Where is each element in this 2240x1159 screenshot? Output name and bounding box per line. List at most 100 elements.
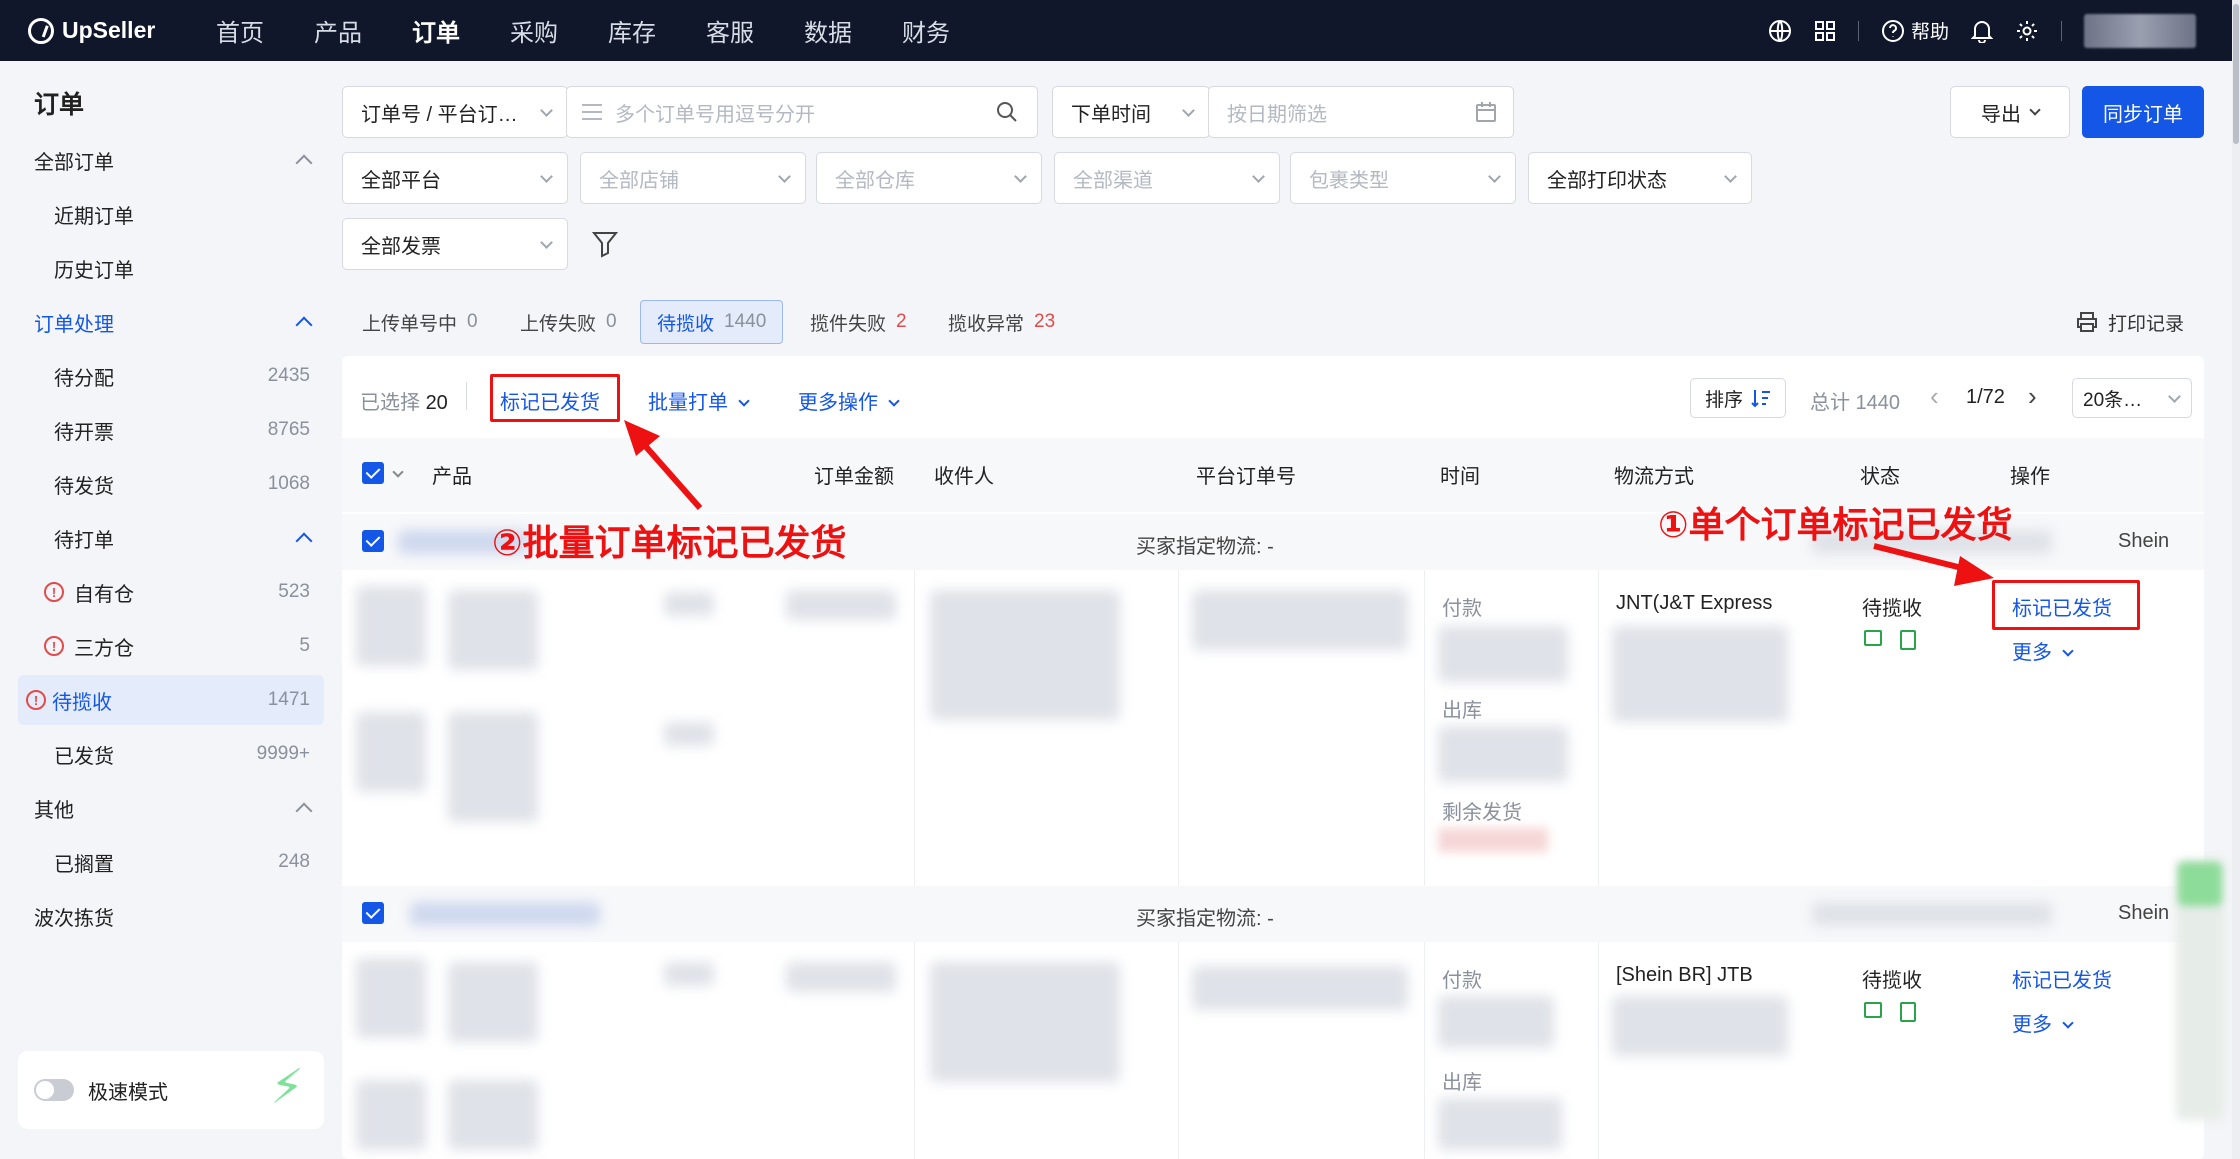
search-placeholder: 多个订单号用逗号分开 (615, 103, 815, 126)
column-header-product: 产品 (432, 466, 472, 488)
barcode-icon[interactable] (1864, 1002, 1882, 1018)
sidebar-item-all-orders[interactable]: 全部订单 (18, 135, 324, 185)
more-operations-dropdown[interactable]: 更多操作 (798, 386, 900, 415)
chat-icon[interactable] (2178, 862, 2222, 906)
divider (1424, 942, 1425, 1159)
globe-icon[interactable] (1768, 19, 1792, 43)
sidebar-item-label: 其他 (34, 799, 74, 822)
warehouse-select[interactable]: 全部仓库 (816, 152, 1042, 204)
platform-order-number (1192, 590, 1408, 650)
nav-data[interactable]: 数据 (804, 13, 852, 48)
tab-count: 1440 (724, 311, 767, 332)
platform-name: Shein (2118, 902, 2170, 924)
column-header-actions: 操作 (2010, 466, 2050, 488)
platform-select[interactable]: 全部平台 (342, 152, 568, 204)
nav-finance[interactable]: 财务 (902, 13, 950, 48)
sidebar-item-shipped[interactable]: 已发货 9999+ (18, 729, 324, 779)
tab-upload-failed[interactable]: 上传失败 0 (520, 302, 617, 342)
sidebar-item-third-warehouse[interactable]: ! 三方仓 5 (18, 621, 324, 671)
tab-uploading[interactable]: 上传单号中 0 (362, 302, 478, 342)
chevron-down-icon (887, 395, 900, 407)
sidebar-item-other[interactable]: 其他 (18, 783, 324, 833)
package-type-select[interactable]: 包裹类型 (1290, 152, 1516, 204)
sort-button[interactable]: 排序 (1690, 378, 1786, 418)
invoice-select[interactable]: 全部发票 (342, 218, 568, 270)
page-size-select[interactable]: 20条… (2072, 378, 2192, 418)
document-icon[interactable] (1900, 1002, 1916, 1022)
sidebar-item-to-ship[interactable]: 待发货 1068 (18, 459, 324, 509)
sidebar-item-wave-picking[interactable]: 波次拣货 (18, 891, 324, 941)
select-all-checkbox[interactable] (362, 462, 384, 484)
sidebar-item-label: 待打单 (54, 529, 114, 552)
selected-count: 已选择 20 (360, 386, 448, 415)
sidebar-item-history[interactable]: 历史订单 (18, 243, 324, 293)
more-actions-link[interactable]: 更多 (2012, 1008, 2074, 1037)
order-checkbox[interactable] (362, 902, 384, 924)
print-status-select[interactable]: 全部打印状态 (1528, 152, 1752, 204)
nav-home[interactable]: 首页 (216, 13, 264, 48)
store-select[interactable]: 全部店铺 (580, 152, 806, 204)
sidebar-item-label: 订单处理 (34, 313, 114, 336)
lightning-icon: ⚡ (270, 1061, 304, 1114)
sync-label: 同步订单 (2103, 103, 2183, 126)
order-checkbox[interactable] (362, 530, 384, 552)
speed-mode-toggle[interactable] (34, 1079, 74, 1101)
divider (1424, 570, 1425, 886)
sidebar-item-own-warehouse[interactable]: ! 自有仓 523 (18, 567, 324, 617)
batch-print-dropdown[interactable]: 批量打单 (648, 386, 750, 415)
sidebar-item-shelved[interactable]: 已搁置 248 (18, 837, 324, 887)
upseller-logo[interactable]: UpSeller (28, 17, 198, 44)
page-scrollbar[interactable] (2232, 0, 2240, 1159)
nav-orders[interactable]: 订单 (412, 13, 460, 48)
product-image (356, 1080, 426, 1150)
chevron-up-icon (295, 316, 313, 334)
divider (2061, 20, 2062, 41)
bell-icon[interactable] (1971, 19, 1993, 43)
prev-page-icon[interactable]: ‹ (1930, 381, 1939, 412)
speed-mode-panel: 极速模式 ⚡ (18, 1051, 324, 1129)
nav-inventory[interactable]: 库存 (608, 13, 656, 48)
gear-icon[interactable] (2015, 19, 2039, 43)
mark-shipped-link[interactable]: 标记已发货 (2012, 964, 2112, 993)
order-amount (786, 962, 896, 992)
nav-service[interactable]: 客服 (706, 13, 754, 48)
order-number-type-select[interactable]: 订单号 / 平台订… (342, 86, 568, 138)
tab-pickup-failed[interactable]: 揽件失败 2 (810, 302, 907, 342)
sidebar-item-pickup[interactable]: ! 待揽收 1471 (18, 675, 324, 725)
product-info (448, 962, 538, 1042)
more-actions-link[interactable]: 更多 (2012, 636, 2074, 665)
print-log-link[interactable]: 打印记录 (2076, 302, 2184, 342)
export-button[interactable]: 导出 (1950, 86, 2070, 138)
sidebar-item-label: 待揽收 (52, 691, 112, 714)
nav-purchase[interactable]: 采购 (510, 13, 558, 48)
product-info (448, 590, 538, 670)
sidebar-item-recent[interactable]: 近期订单 (18, 189, 324, 239)
sidebar-item-label: 待分配 (54, 367, 114, 390)
sidebar-item-to-assign[interactable]: 待分配 2435 (18, 351, 324, 401)
tab-count: 0 (467, 311, 478, 332)
tab-pickup[interactable]: 待揽收 1440 (640, 300, 784, 344)
tab-pickup-exception[interactable]: 揽收异常 23 (948, 302, 1055, 342)
apps-grid-icon[interactable] (1814, 20, 1836, 42)
sidebar-item-count: 5 (299, 635, 310, 656)
sidebar-item-to-invoice[interactable]: 待开票 8765 (18, 405, 324, 455)
time-type-select[interactable]: 下单时间 (1052, 86, 1210, 138)
filter-funnel-icon[interactable] (592, 230, 618, 258)
order-number-search-input[interactable]: 多个订单号用逗号分开 (566, 86, 1038, 138)
nav-products[interactable]: 产品 (314, 13, 362, 48)
help-button[interactable]: 帮助 (1881, 17, 1949, 44)
user-avatar[interactable] (2084, 13, 2196, 48)
product-info (448, 712, 538, 822)
search-icon[interactable] (995, 100, 1019, 124)
sidebar-item-processing[interactable]: 订单处理 (18, 297, 324, 347)
sort-icon (1751, 390, 1770, 408)
date-range-input[interactable]: 按日期筛选 (1208, 86, 1514, 138)
sync-orders-button[interactable]: 同步订单 (2082, 86, 2204, 138)
next-page-icon[interactable]: › (2028, 381, 2037, 412)
sidebar-item-to-print[interactable]: 待打单 (18, 513, 324, 563)
barcode-icon[interactable] (1864, 630, 1882, 646)
top-right-tools: 帮助 (1768, 0, 2196, 61)
document-icon[interactable] (1900, 630, 1916, 650)
remain-time (1438, 828, 1548, 852)
channel-select[interactable]: 全部渠道 (1054, 152, 1280, 204)
